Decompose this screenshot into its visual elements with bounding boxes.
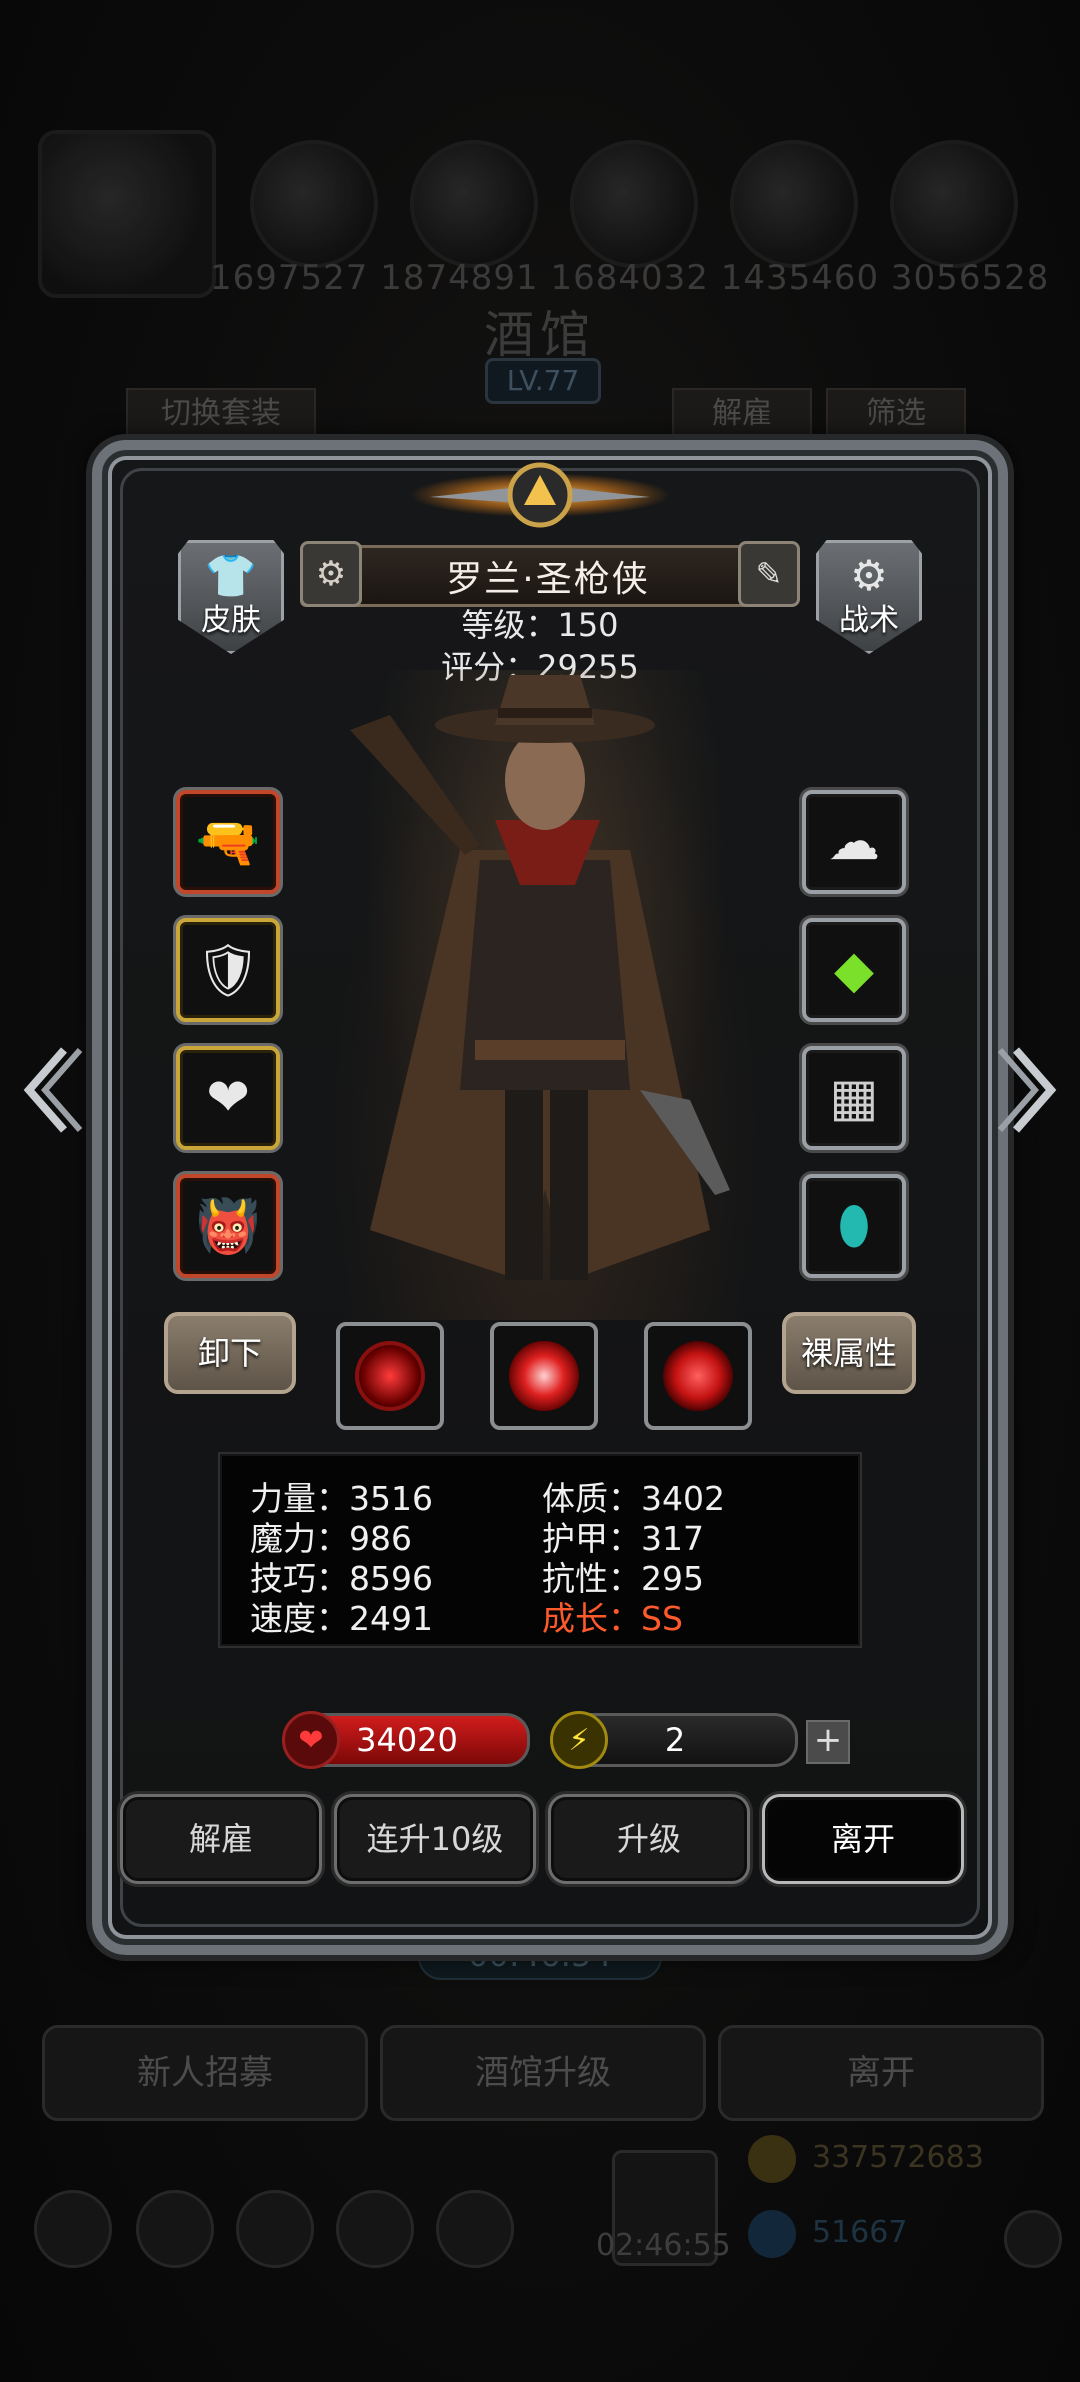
cloud-icon: ☁ <box>828 812 880 872</box>
armor-icon: 🛡 <box>194 940 261 1001</box>
target-skill-icon <box>663 1341 733 1411</box>
stat-speed: 速度：2491 <box>250 1599 433 1638</box>
equip-slot-armor[interactable]: 🛡 <box>176 918 280 1022</box>
hero-settings-icon[interactable]: ⚙ <box>300 541 362 607</box>
bg-resource-icon-5 <box>890 140 1018 268</box>
equip-slot-right-2[interactable]: ◆ <box>802 918 906 1022</box>
skin-label: 皮肤 <box>201 603 261 638</box>
level-up-10-button[interactable]: 连升10级 <box>334 1794 536 1884</box>
bg-avatar-frame <box>38 130 216 298</box>
energy-value: 2 <box>664 1721 686 1759</box>
swirl-skill-icon <box>509 1341 579 1411</box>
equip-slot-right-3[interactable]: ▦ <box>802 1046 906 1150</box>
equip-slot-right-1[interactable]: ☁ <box>802 790 906 894</box>
bg-resource-icon-3 <box>570 140 698 268</box>
dismiss-button[interactable]: 解雇 <box>120 1794 322 1884</box>
bg-resource-icon-1 <box>250 140 378 268</box>
next-hero-arrow-icon[interactable] <box>996 1040 1066 1140</box>
bg-add-icon <box>1004 2210 1062 2268</box>
equip-slot-amulet[interactable]: ❤ <box>176 1046 280 1150</box>
turquoise-stone-icon: ⬮ <box>837 1195 871 1256</box>
gear-icon: ⚙ <box>850 551 888 600</box>
skill-slot-1[interactable] <box>336 1322 444 1430</box>
bg-resource-icon-4 <box>730 140 858 268</box>
mesh-glove-icon: ▦ <box>829 1068 879 1128</box>
lightning-icon: ⚡ <box>550 1711 608 1769</box>
skill-slot-2[interactable] <box>490 1322 598 1430</box>
shirt-icon: 👕 <box>204 551 258 600</box>
bg-recruit-button: 新人招募 <box>42 2025 368 2121</box>
skill-slot-3[interactable] <box>644 1322 752 1430</box>
stat-growth: 成长：SS <box>542 1599 683 1638</box>
hero-name: 罗兰·圣枪侠 <box>446 559 650 600</box>
bg-title: 酒馆 <box>484 306 596 364</box>
bg-nav-icon-1 <box>34 2190 112 2268</box>
hp-value: 34020 <box>356 1721 458 1759</box>
bg-nav-icon-5 <box>436 2190 514 2268</box>
unequip-button[interactable]: 卸下 <box>164 1312 296 1394</box>
crest-emblem-icon <box>410 462 670 528</box>
bg-nav-icon-2 <box>136 2190 214 2268</box>
bg-tab-switch-set: 切换套装 <box>126 388 316 440</box>
bg-resource-icon-2 <box>410 140 538 268</box>
upgrade-button[interactable]: 升级 <box>548 1794 750 1884</box>
bg-gold-coin-icon <box>748 2135 796 2183</box>
tactics-label: 战术 <box>839 603 899 638</box>
amulet-icon: ❤ <box>206 1068 250 1128</box>
naked-attributes-button[interactable]: 裸属性 <box>782 1312 916 1394</box>
hero-level: 等级：150 <box>461 606 619 644</box>
bg-resource-counts: 1697527 1874891 1684032 1435460 3056528 <box>210 258 1050 298</box>
crosshair-skill-icon <box>355 1341 425 1411</box>
bg-tab-filter: 筛选 <box>826 388 966 440</box>
bg-tavern-level: LV.77 <box>485 358 601 404</box>
bg-tavern-upgrade-button: 酒馆升级 <box>380 2025 706 2121</box>
equip-slot-trinket[interactable]: 👹 <box>176 1174 280 1278</box>
bg-leave-button: 离开 <box>718 2025 1044 2121</box>
rename-edit-icon[interactable]: ✎ <box>738 541 800 607</box>
bg-gem-icon <box>748 2210 796 2258</box>
bg-bottom-timer: 02:46:55 <box>596 2228 731 2263</box>
hero-name-bar: 罗兰·圣枪侠 <box>300 545 796 607</box>
stats-panel: 力量：3516 魔力：986 技巧：8596 速度：2491 体质：3402 护… <box>218 1452 862 1648</box>
bg-gem-count: 51667 <box>812 2215 908 2250</box>
bg-gold-count: 337572683 <box>812 2140 984 2175</box>
bg-nav-icon-3 <box>236 2190 314 2268</box>
bg-nav-icon-4 <box>336 2190 414 2268</box>
bg-tab-dismiss: 解雇 <box>672 388 812 440</box>
prev-hero-arrow-icon[interactable] <box>14 1040 84 1140</box>
hero-portrait <box>330 670 760 1320</box>
leave-button[interactable]: 离开 <box>762 1794 964 1884</box>
demon-mask-icon: 👹 <box>195 1196 261 1257</box>
equip-slot-weapon[interactable]: 🔫 <box>176 790 280 894</box>
heart-icon: ❤ <box>282 1711 340 1769</box>
add-energy-button[interactable]: + <box>806 1720 850 1764</box>
green-crystal-icon: ◆ <box>834 940 874 1000</box>
equip-slot-right-4[interactable]: ⬮ <box>802 1174 906 1278</box>
pistol-icon: 🔫 <box>195 812 261 873</box>
